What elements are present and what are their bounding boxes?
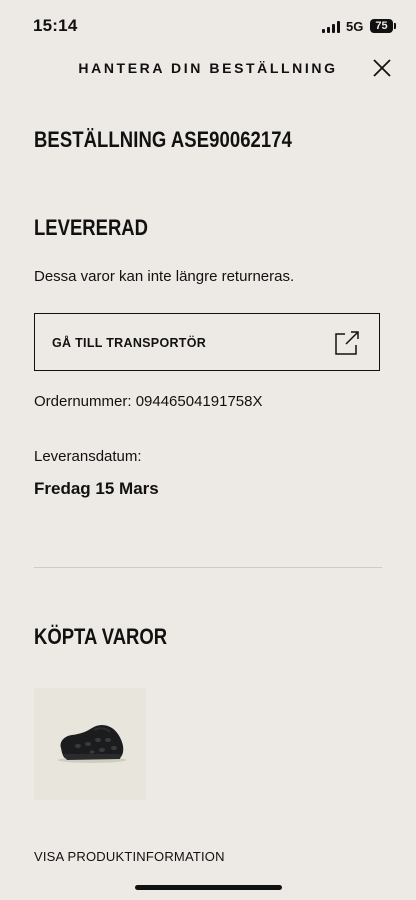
network-type: 5G — [346, 19, 364, 34]
close-button[interactable] — [370, 56, 394, 80]
order-number: Ordernummer: 09446504191758X — [34, 393, 263, 410]
external-link-icon — [335, 331, 359, 355]
battery-level: 75 — [375, 20, 388, 32]
close-icon — [373, 59, 391, 77]
black-foam-shoe-image — [34, 688, 146, 800]
divider — [34, 567, 382, 568]
go-to-carrier-button[interactable]: GÅ TILL TRANSPORTÖR — [34, 313, 380, 371]
battery-icon: 75 — [370, 19, 393, 33]
order-status: LEVERERAD — [34, 215, 148, 240]
status-time: 15:14 — [33, 16, 78, 35]
delivery-date-label: Leveransdatum: — [34, 448, 142, 465]
view-product-info-link[interactable]: VISA PRODUKTINFORMATION — [34, 849, 225, 865]
battery-nub — [394, 23, 396, 29]
product-thumbnail[interactable] — [34, 688, 146, 800]
page-title: HANTERA DIN BESTÄLLNING — [78, 60, 338, 76]
order-heading: BESTÄLLNING ASE90062174 — [34, 127, 293, 152]
purchased-items-heading: KÖPTA VAROR — [34, 624, 168, 649]
home-indicator[interactable] — [135, 885, 282, 890]
carrier-button-label: GÅ TILL TRANSPORTÖR — [52, 336, 207, 350]
return-note: Dessa varor kan inte längre returneras. — [34, 268, 295, 285]
delivery-date: Fredag 15 Mars — [34, 479, 159, 498]
cellular-signal-icon — [322, 21, 342, 33]
